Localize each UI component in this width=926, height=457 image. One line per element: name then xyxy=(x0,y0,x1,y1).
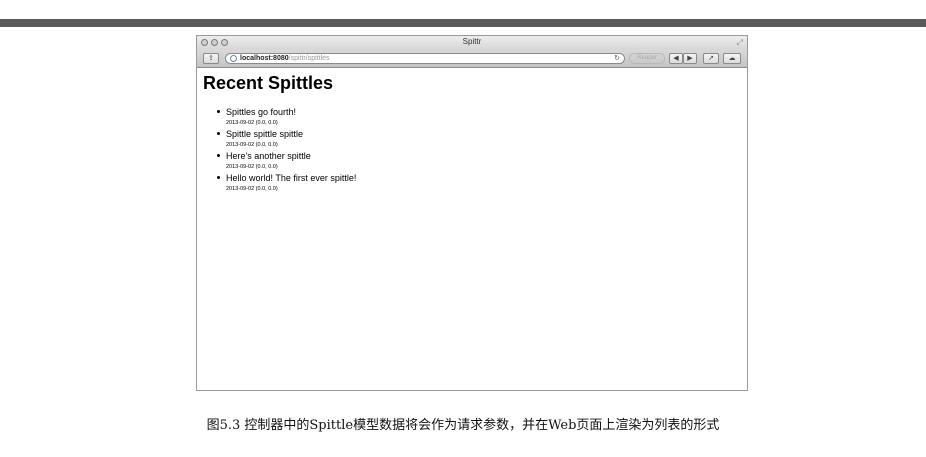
icloud-button[interactable]: ☁ xyxy=(723,53,741,64)
spittle-meta: 2013-09-02 (0.0, 0.0) xyxy=(226,120,278,126)
bullet-icon xyxy=(217,154,220,157)
spittle-list: Spittles go fourth! 2013-09-02 (0.0, 0.0… xyxy=(209,106,356,194)
back-arrow-icon: ◀ xyxy=(673,55,679,62)
fullscreen-icon[interactable]: ⤢ xyxy=(737,38,743,48)
spittle-meta: 2013-09-02 (0.0, 0.0) xyxy=(226,186,278,192)
address-bar[interactable]: localhost:8080/spittr/spittles ↻ xyxy=(225,53,625,64)
figure-caption: 图5.3 控制器中的Spittle模型数据将会作为请求参数，并在Web页面上渲染… xyxy=(206,418,720,433)
forward-arrow-icon: ▶ xyxy=(687,55,693,62)
list-item: Hello world! The first ever spittle! 201… xyxy=(209,172,356,194)
spittle-meta: 2013-09-02 (0.0, 0.0) xyxy=(226,142,278,148)
share-icon: ⇪ xyxy=(208,55,214,62)
url-path: /spittr/spittles xyxy=(288,55,330,62)
window-title: Spittr xyxy=(462,37,482,46)
cloud-icon: ☁ xyxy=(728,55,736,62)
spittle-message: Spittle spittle spittle xyxy=(226,129,304,139)
reader-button[interactable]: Reader xyxy=(629,53,665,64)
bullet-icon xyxy=(217,132,220,135)
browser-toolbar: ⇪ localhost:8080/spittr/spittles ↻ Reade… xyxy=(197,50,747,68)
page-title: Recent Spittles xyxy=(203,73,334,93)
list-item: Here's another spittle 2013-09-02 (0.0, … xyxy=(209,150,356,172)
back-button[interactable]: ◀ xyxy=(669,53,683,64)
spittle-message: Spittles go fourth! xyxy=(226,107,297,117)
browser-window: Spittr ⤢ ⇪ localhost:8080/spittr/spittle… xyxy=(196,35,748,391)
share-button[interactable]: ⇪ xyxy=(203,53,219,64)
list-item: Spittles go fourth! 2013-09-02 (0.0, 0.0… xyxy=(209,106,356,128)
list-item: Spittle spittle spittle 2013-09-02 (0.0,… xyxy=(209,128,356,150)
bullet-icon xyxy=(217,176,220,179)
spittle-message: Hello world! The first ever spittle! xyxy=(226,173,357,183)
spittle-message: Here's another spittle xyxy=(226,151,311,161)
reload-icon[interactable]: ↻ xyxy=(614,54,620,63)
bookmarks-button[interactable]: ↗ xyxy=(703,53,719,64)
bullet-icon xyxy=(217,110,220,113)
url-text: localhost:8080/spittr/spittles xyxy=(240,54,330,63)
title-bar: Spittr ⤢ xyxy=(197,36,747,50)
page-content: Recent Spittles Spittles go fourth! 2013… xyxy=(197,68,747,390)
forward-button[interactable]: ▶ xyxy=(683,53,697,64)
globe-icon xyxy=(230,55,237,62)
bookmark-icon: ↗ xyxy=(708,55,714,62)
url-host: localhost:8080 xyxy=(240,55,289,62)
top-rule xyxy=(0,19,926,27)
spittle-meta: 2013-09-02 (0.0, 0.0) xyxy=(226,164,278,170)
